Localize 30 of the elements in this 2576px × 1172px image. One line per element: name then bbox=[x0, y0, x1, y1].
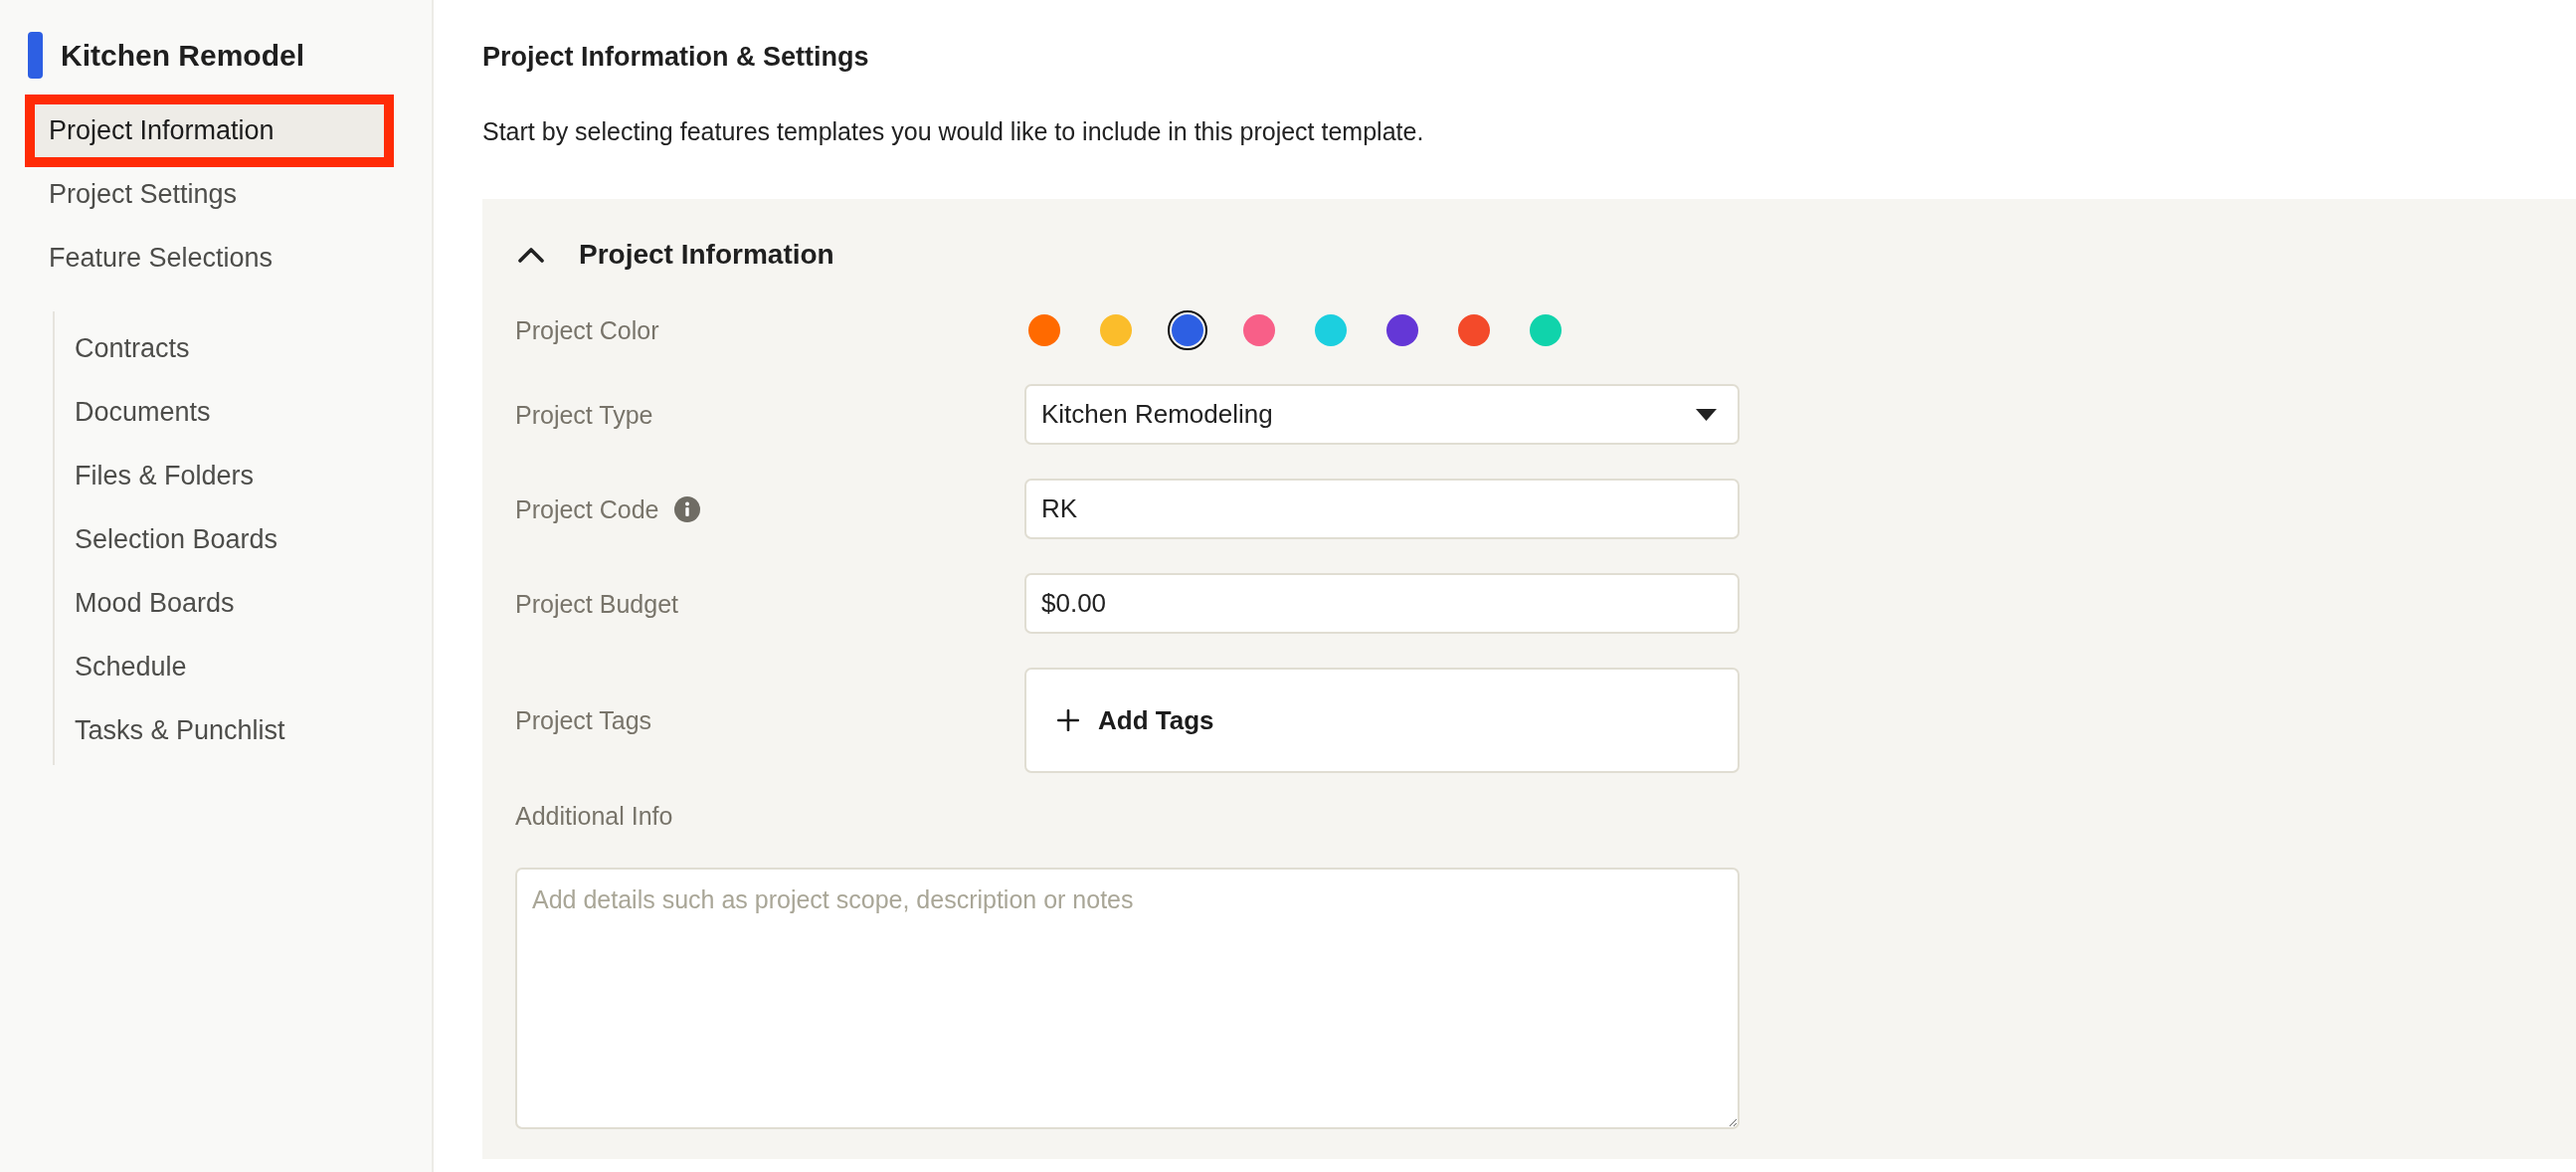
field-label: Project Color bbox=[515, 315, 659, 345]
accent-bar-icon bbox=[28, 32, 43, 79]
sidebar-subitem[interactable]: Files & Folders bbox=[75, 444, 371, 507]
field-label: Project Tags bbox=[515, 705, 652, 735]
sidebar-subitem[interactable]: Tasks & Punchlist bbox=[75, 698, 371, 762]
sidebar-subitem[interactable]: Schedule bbox=[75, 635, 371, 698]
page-subtitle: Start by selecting features templates you would like to include in this project template. bbox=[482, 116, 1425, 147]
add-tags-button[interactable]: Add Tags bbox=[1057, 700, 1214, 740]
sidebar-item[interactable]: Project Information bbox=[35, 104, 384, 157]
sidebar-subitem[interactable]: Mood Boards bbox=[75, 571, 371, 635]
caret-down-icon bbox=[1696, 408, 1717, 421]
sidebar-subitem[interactable]: Documents bbox=[75, 380, 371, 444]
field-label: Project Type bbox=[515, 399, 653, 430]
plus-icon bbox=[1057, 709, 1079, 731]
project-title: Kitchen Remodel bbox=[61, 37, 305, 74]
field-label: Project Budget bbox=[515, 588, 678, 619]
info-icon[interactable] bbox=[673, 495, 700, 522]
dropdown-field[interactable]: Kitchen Remodeling bbox=[1024, 384, 1740, 445]
text-area-field[interactable]: Add details such as project scope, description or notes bbox=[515, 868, 1740, 1129]
sidebar-item[interactable]: Project Settings bbox=[35, 168, 384, 221]
field-label: Project Code bbox=[515, 493, 659, 524]
sidebar-subitem[interactable]: Selection Boards bbox=[75, 507, 371, 571]
text-input-field[interactable]: RK bbox=[1024, 479, 1740, 539]
page-title: Project Information & Settings bbox=[482, 41, 870, 74]
text-input-field[interactable]: $0.00 bbox=[1024, 573, 1740, 634]
tags-field[interactable]: Add Tags bbox=[1024, 668, 1740, 773]
sidebar-subitem[interactable]: Contracts bbox=[75, 316, 371, 380]
sidebar-item[interactable]: Feature Selections bbox=[35, 232, 384, 285]
field-label: Additional Info bbox=[515, 801, 673, 831]
section-toggle[interactable]: Project Information bbox=[515, 239, 834, 271]
